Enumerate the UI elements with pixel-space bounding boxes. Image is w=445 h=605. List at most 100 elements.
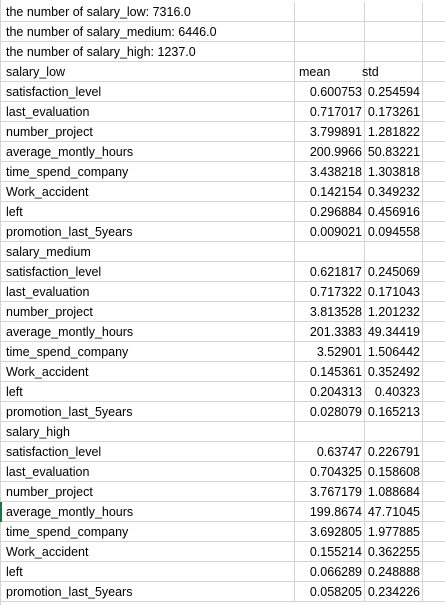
mean-cell[interactable]: 0.717322 [295, 282, 365, 302]
empty-cell[interactable] [423, 82, 445, 102]
mean-cell[interactable]: 3.813528 [295, 302, 365, 322]
empty-cell[interactable] [423, 462, 445, 482]
empty-cell[interactable] [423, 542, 445, 562]
mean-cell[interactable]: 0.142154 [295, 182, 365, 202]
row-name-cell[interactable]: average_montly_hours [0, 322, 295, 342]
row-name-cell[interactable]: promotion_last_5years [0, 402, 295, 422]
empty-cell[interactable] [423, 442, 445, 462]
summary-cell-low[interactable]: the number of salary_low: 7316.0 [0, 2, 295, 22]
std-cell[interactable]: 0.245069 [365, 262, 423, 282]
summary-cell-medium[interactable]: the number of salary_medium: 6446.0 [0, 22, 295, 42]
std-cell[interactable]: 1.506442 [365, 342, 423, 362]
std-cell[interactable]: 0.234226 [365, 582, 423, 602]
mean-cell[interactable]: 0.066289 [295, 562, 365, 582]
mean-cell[interactable]: 0.009021 [295, 222, 365, 242]
std-cell[interactable]: 1.088684 [365, 482, 423, 502]
row-name-cell[interactable]: satisfaction_level [0, 442, 295, 462]
row-name-cell[interactable]: last_evaluation [0, 102, 295, 122]
empty-cell[interactable] [365, 2, 423, 22]
row-name-cell[interactable]: Work_accident [0, 362, 295, 382]
empty-cell[interactable] [423, 422, 445, 442]
std-cell[interactable]: 0.40323 [365, 382, 423, 402]
mean-cell[interactable]: 0.155214 [295, 542, 365, 562]
mean-header-cell[interactable]: mean [295, 62, 365, 82]
empty-cell[interactable] [423, 2, 445, 22]
empty-cell[interactable] [423, 102, 445, 122]
std-cell[interactable]: 0.352492 [365, 362, 423, 382]
empty-cell[interactable] [423, 282, 445, 302]
row-name-cell[interactable]: last_evaluation [0, 282, 295, 302]
mean-cell[interactable]: 0.145361 [295, 362, 365, 382]
row-name-cell[interactable]: number_project [0, 482, 295, 502]
row-name-cell[interactable]: average_montly_hours [0, 502, 295, 522]
std-header-cell[interactable]: std [362, 62, 423, 82]
empty-cell[interactable] [423, 262, 445, 282]
mean-cell[interactable]: 3.52901 [295, 342, 365, 362]
row-name-cell[interactable]: promotion_last_5years [0, 582, 295, 602]
mean-cell[interactable]: 0.028079 [295, 402, 365, 422]
row-name-cell[interactable]: number_project [0, 302, 295, 322]
std-cell[interactable]: 49.34419 [365, 322, 423, 342]
empty-cell[interactable] [423, 362, 445, 382]
mean-cell[interactable]: 201.3383 [295, 322, 365, 342]
mean-cell[interactable]: 0.621817 [295, 262, 365, 282]
empty-cell[interactable] [423, 222, 445, 242]
std-cell[interactable]: 1.281822 [365, 122, 423, 142]
mean-cell[interactable]: 3.799891 [295, 122, 365, 142]
std-cell[interactable]: 0.456916 [365, 202, 423, 222]
row-name-cell[interactable]: left [0, 202, 295, 222]
empty-cell[interactable] [423, 502, 445, 522]
std-cell[interactable]: 0.094558 [365, 222, 423, 242]
std-cell[interactable]: 1.201232 [365, 302, 423, 322]
mean-cell[interactable]: 0.717017 [295, 102, 365, 122]
empty-cell[interactable] [423, 582, 445, 602]
mean-cell[interactable]: 0.63747 [295, 442, 365, 462]
std-cell[interactable]: 1.977885 [365, 522, 423, 542]
mean-cell[interactable]: 0.296884 [295, 202, 365, 222]
std-cell[interactable]: 1.303818 [365, 162, 423, 182]
group-title-cell[interactable]: salary_medium [0, 242, 295, 262]
empty-cell[interactable] [365, 22, 423, 42]
empty-cell[interactable] [295, 42, 365, 62]
empty-cell[interactable] [423, 162, 445, 182]
row-name-cell[interactable]: satisfaction_level [0, 262, 295, 282]
row-name-cell[interactable]: Work_accident [0, 542, 295, 562]
mean-cell[interactable]: 0.204313 [295, 382, 365, 402]
std-cell[interactable]: 0.254594 [365, 82, 423, 102]
std-cell[interactable]: 0.362255 [365, 542, 423, 562]
empty-cell[interactable] [423, 42, 445, 62]
empty-cell[interactable] [295, 422, 365, 442]
row-name-cell[interactable]: Work_accident [0, 182, 295, 202]
std-cell[interactable]: 50.83221 [365, 142, 423, 162]
row-name-cell[interactable]: time_spend_company [0, 522, 295, 542]
empty-cell[interactable] [423, 142, 445, 162]
mean-cell[interactable]: 199.8674 [295, 502, 365, 522]
row-name-cell[interactable]: left [0, 382, 295, 402]
empty-cell[interactable] [423, 482, 445, 502]
std-cell[interactable]: 0.248888 [365, 562, 423, 582]
empty-cell[interactable] [295, 2, 365, 22]
row-name-cell[interactable]: left [0, 562, 295, 582]
mean-cell[interactable]: 3.692805 [295, 522, 365, 542]
empty-cell[interactable] [423, 522, 445, 542]
empty-cell[interactable] [423, 342, 445, 362]
row-name-cell[interactable]: average_montly_hours [0, 142, 295, 162]
std-cell[interactable]: 0.158608 [365, 462, 423, 482]
mean-cell[interactable]: 0.704325 [295, 462, 365, 482]
empty-cell[interactable] [423, 382, 445, 402]
group-title-cell[interactable]: salary_low [0, 62, 295, 82]
empty-cell[interactable] [423, 182, 445, 202]
group-title-cell[interactable]: salary_high [0, 422, 295, 442]
empty-cell[interactable] [423, 302, 445, 322]
empty-cell[interactable] [423, 122, 445, 142]
std-cell[interactable]: 47.71045 [365, 502, 423, 522]
std-cell[interactable]: 0.349232 [365, 182, 423, 202]
row-name-cell[interactable]: time_spend_company [0, 162, 295, 182]
empty-cell[interactable] [423, 22, 445, 42]
std-cell[interactable]: 0.226791 [365, 442, 423, 462]
empty-cell[interactable] [295, 242, 365, 262]
mean-cell[interactable]: 3.438218 [295, 162, 365, 182]
row-name-cell[interactable]: time_spend_company [0, 342, 295, 362]
empty-cell[interactable] [423, 242, 445, 262]
std-cell[interactable]: 0.173261 [365, 102, 423, 122]
